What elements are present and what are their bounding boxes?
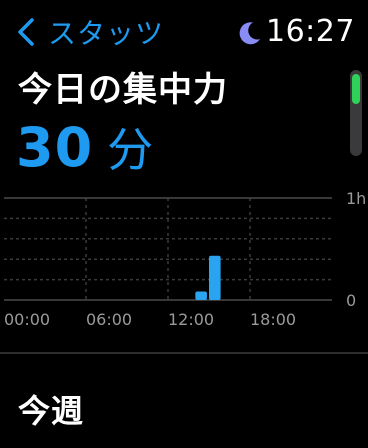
divider xyxy=(0,352,368,354)
focus-total: 30 分 xyxy=(16,114,153,180)
scroll-indicator[interactable] xyxy=(350,70,362,156)
back-label: スタッツ xyxy=(48,17,165,50)
page-title: 今日の集中力 xyxy=(18,70,228,110)
focus-chart-svg: 00:00 06:00 12:00 18:00 1h 0 xyxy=(4,189,366,329)
chart-x-tick-label: 06:00 xyxy=(86,310,132,329)
focus-minutes-value: 30 xyxy=(16,116,94,179)
chart-bar xyxy=(195,291,207,300)
section-title-week: 今週 xyxy=(18,392,85,430)
focus-chart: 00:00 06:00 12:00 18:00 1h 0 xyxy=(0,180,368,340)
back-button[interactable]: スタッツ xyxy=(14,12,164,52)
scroll-thumb[interactable] xyxy=(352,74,360,104)
chart-bar xyxy=(209,255,221,300)
chart-y-tick-label: 1h xyxy=(346,189,366,208)
clock-time: 16:27 xyxy=(266,14,355,49)
chevron-left-icon xyxy=(18,18,34,46)
chart-x-tick-label: 12:00 xyxy=(168,310,214,329)
status-bar: スタッツ 16:27 xyxy=(0,0,368,60)
chart-x-tick-label: 18:00 xyxy=(250,310,296,329)
chart-x-tick-label: 00:00 xyxy=(4,310,50,329)
moon-icon xyxy=(239,22,260,45)
chart-y-tick-label: 0 xyxy=(346,291,356,310)
focus-minutes-unit: 分 xyxy=(107,123,154,177)
